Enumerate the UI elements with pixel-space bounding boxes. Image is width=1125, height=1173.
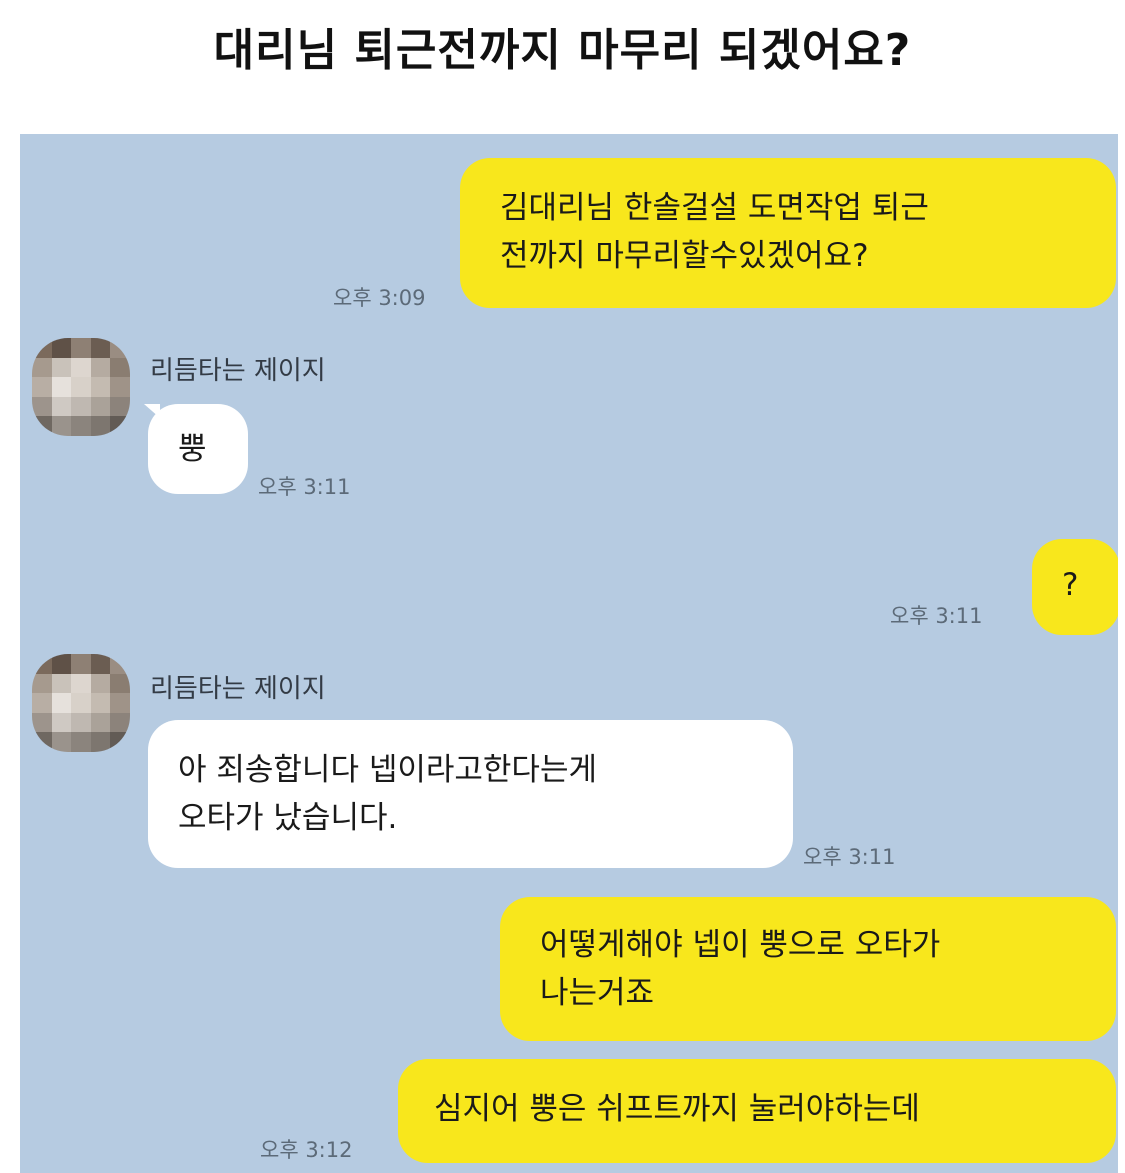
message-timestamp: 오후 3:11 (890, 604, 983, 628)
their-message-bubble[interactable]: 뿡 (148, 404, 248, 494)
my-message-bubble[interactable]: 어떻게해야 넵이 뿡으로 오타가 나는거죠 (500, 897, 1116, 1041)
message-timestamp: 오후 3:11 (803, 845, 896, 869)
sender-avatar[interactable] (32, 654, 130, 752)
my-message-bubble[interactable]: 심지어 뿡은 쉬프트까지 눌러야하는데 (398, 1059, 1116, 1163)
message-timestamp: 오후 3:12 (260, 1138, 353, 1162)
sender-name: 리듬타는 제이지 (150, 356, 326, 386)
sender-name: 리듬타는 제이지 (150, 674, 326, 704)
sender-avatar[interactable] (32, 338, 130, 436)
message-timestamp: 오후 3:11 (258, 475, 351, 499)
chat-area[interactable]: 김대리님 한솔걸설 도면작업 퇴근 전까지 마무리할수있겠어요? 오후 3:09… (20, 134, 1118, 1173)
headline-title: 대리님 퇴근전까지 마무리 되겠어요? (213, 25, 912, 76)
message-timestamp: 오후 3:09 (333, 286, 426, 310)
my-message-bubble[interactable]: ? (1032, 539, 1118, 635)
their-message-bubble[interactable]: 아 죄송합니다 넵이라고한다는게 오타가 났습니다. (148, 720, 793, 868)
my-message-bubble[interactable]: 김대리님 한솔걸설 도면작업 퇴근 전까지 마무리할수있겠어요? (460, 158, 1116, 308)
